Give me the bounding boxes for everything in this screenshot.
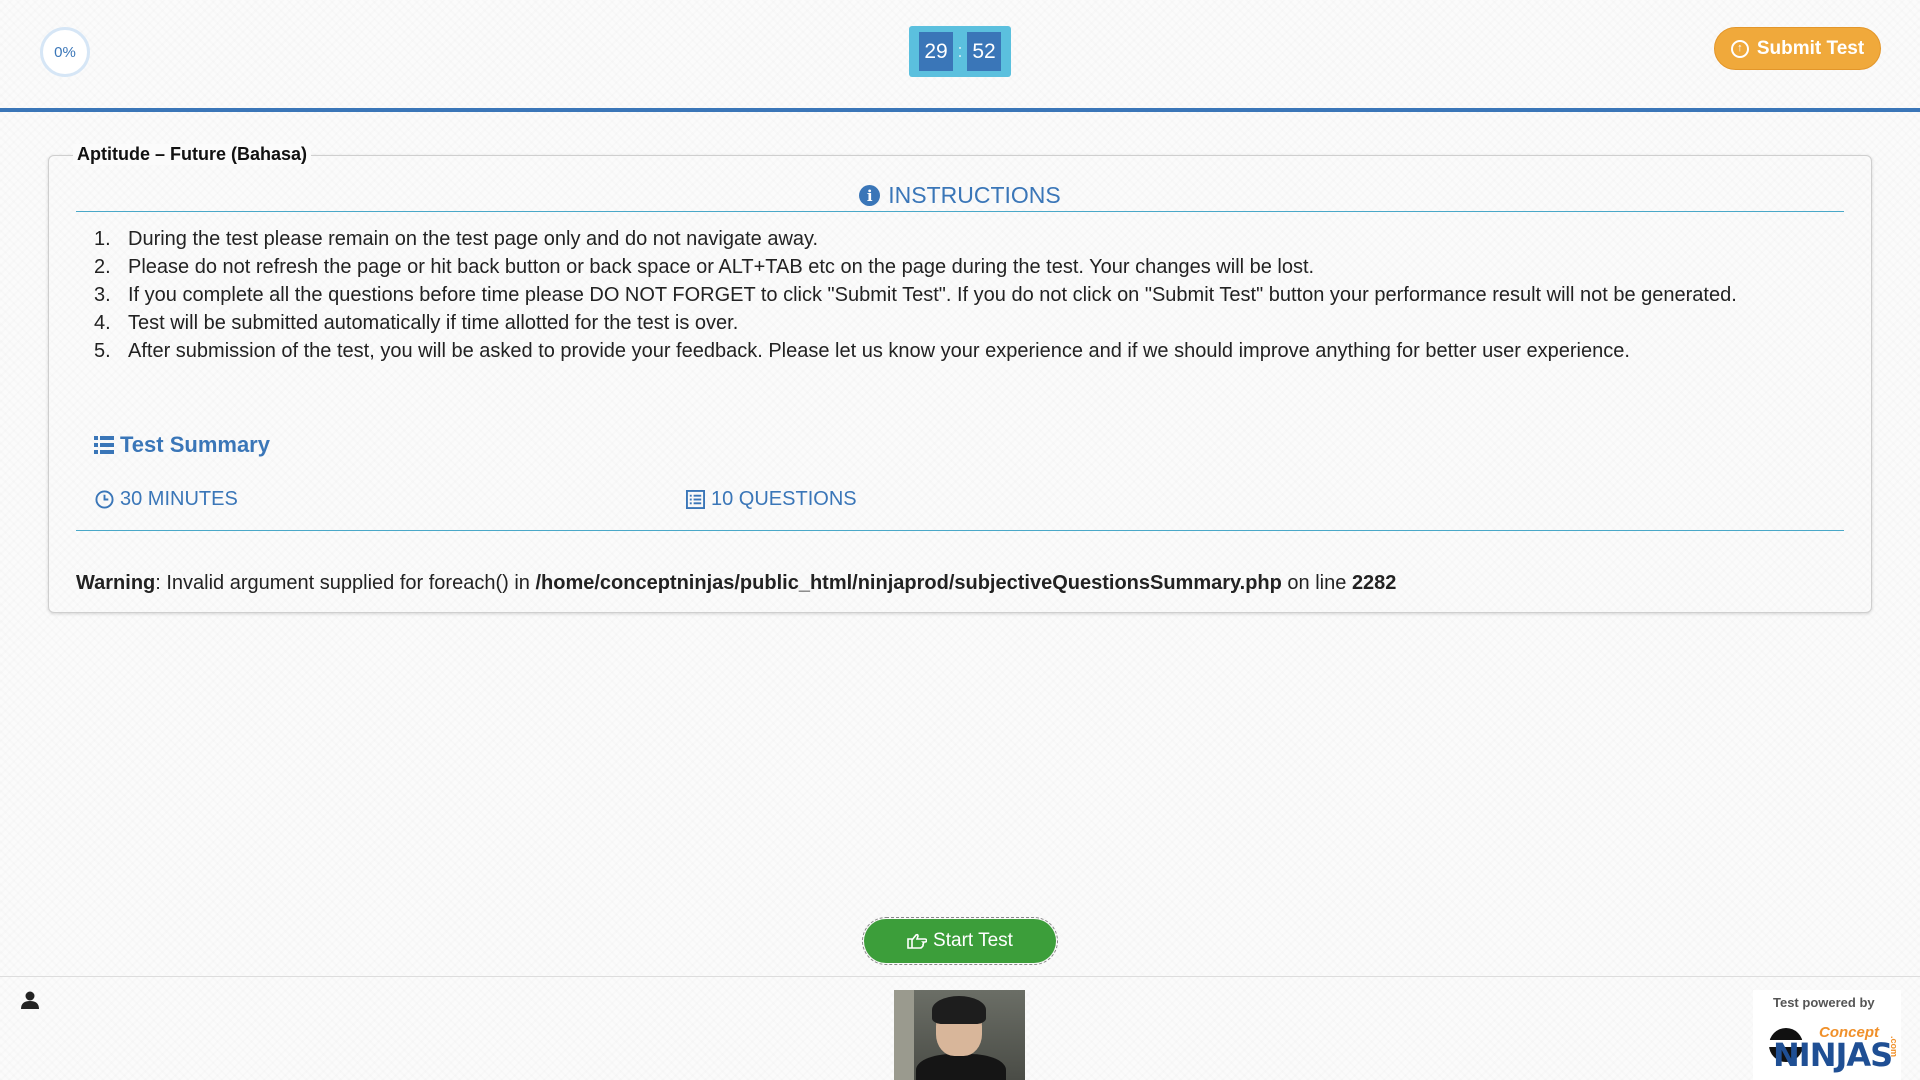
warning-label: Warning — [76, 572, 156, 594]
brand-suffix-text: .com — [1889, 1036, 1899, 1058]
user-icon — [21, 991, 39, 1009]
arrow-up-circle-icon: ↑ — [1730, 39, 1749, 58]
list-item-number: 4. — [94, 312, 111, 334]
test-summary-heading: Test Summary — [94, 432, 270, 458]
powered-by-logo: Test powered by Concept NINJAS .com — [1753, 990, 1901, 1080]
php-warning-message: Warning: Invalid argument supplied for f… — [76, 572, 1396, 595]
progress-text: 0% — [54, 43, 76, 61]
list-item-text: Please do not refresh the page or hit ba… — [128, 256, 1315, 278]
instructions-heading-text: INSTRUCTIONS — [888, 182, 1061, 208]
warning-line-number: 2282 — [1351, 572, 1397, 594]
header-bar: 0% 29 : 52 ↑ Submit Test — [0, 0, 1920, 112]
list-item-number: 1. — [94, 228, 111, 250]
test-question-count: 10 QUESTIONS — [686, 488, 857, 511]
footer-divider — [0, 976, 1920, 977]
list-item-text: After submission of the test, you will b… — [128, 340, 1630, 362]
test-info-panel — [48, 155, 1872, 613]
list-item-text: If you complete all the questions before… — [128, 284, 1737, 306]
instructions-list: 1. During the test please remain on the t… — [94, 225, 1784, 365]
warning-line-text: on line — [1281, 572, 1352, 594]
powered-by-text: Test powered by — [1773, 995, 1875, 1010]
list-alt-icon — [686, 490, 705, 509]
timer-minutes: 29 — [919, 32, 953, 71]
list-item-number: 2. — [94, 256, 111, 278]
countdown-timer: 29 : 52 — [909, 26, 1011, 77]
list-icon — [94, 436, 114, 454]
list-item-number: 5. — [94, 340, 111, 362]
test-title: Aptitude – Future (Bahasa) — [73, 144, 312, 165]
hand-pointer-icon — [907, 933, 928, 949]
list-item-number: 3. — [94, 284, 111, 306]
timer-separator: : — [957, 41, 963, 61]
progress-indicator: 0% — [40, 27, 90, 77]
list-item-text: During the test please remain on the tes… — [128, 228, 819, 250]
start-test-label: Start Test — [933, 930, 1013, 951]
timer-seconds: 52 — [967, 32, 1001, 71]
list-item: 5. After submission of the test, you will… — [94, 337, 1784, 365]
questions-text: 10 QUESTIONS — [711, 488, 857, 510]
instructions-heading: i INSTRUCTIONS — [76, 180, 1844, 212]
summary-divider — [76, 530, 1844, 531]
warning-path: /home/conceptninjas/public_html/ninjapro… — [535, 572, 1282, 594]
list-item: 2. Please do not refresh the page or hit … — [94, 253, 1784, 281]
list-item: 1. During the test please remain on the t… — [94, 225, 1784, 253]
test-duration: 30 MINUTES — [95, 488, 238, 511]
list-item-text: Test will be submitted automatically if … — [128, 312, 739, 334]
webcam-preview — [894, 990, 1025, 1080]
duration-text: 30 MINUTES — [120, 488, 238, 510]
warning-message: : Invalid argument supplied for foreach(… — [155, 572, 536, 594]
submit-test-label: Submit Test — [1756, 37, 1865, 59]
submit-test-button[interactable]: ↑ Submit Test — [1714, 27, 1881, 70]
list-item: 4. Test will be submitted automatically i… — [94, 309, 1784, 337]
start-test-button[interactable]: Start Test — [862, 917, 1058, 965]
brand-ninjas-text: NINJAS — [1773, 1036, 1893, 1074]
test-summary-text: Test Summary — [120, 432, 270, 457]
info-icon: i — [859, 185, 881, 206]
list-item: 3. If you complete all the questions befo… — [94, 281, 1784, 309]
clock-icon — [95, 490, 114, 509]
